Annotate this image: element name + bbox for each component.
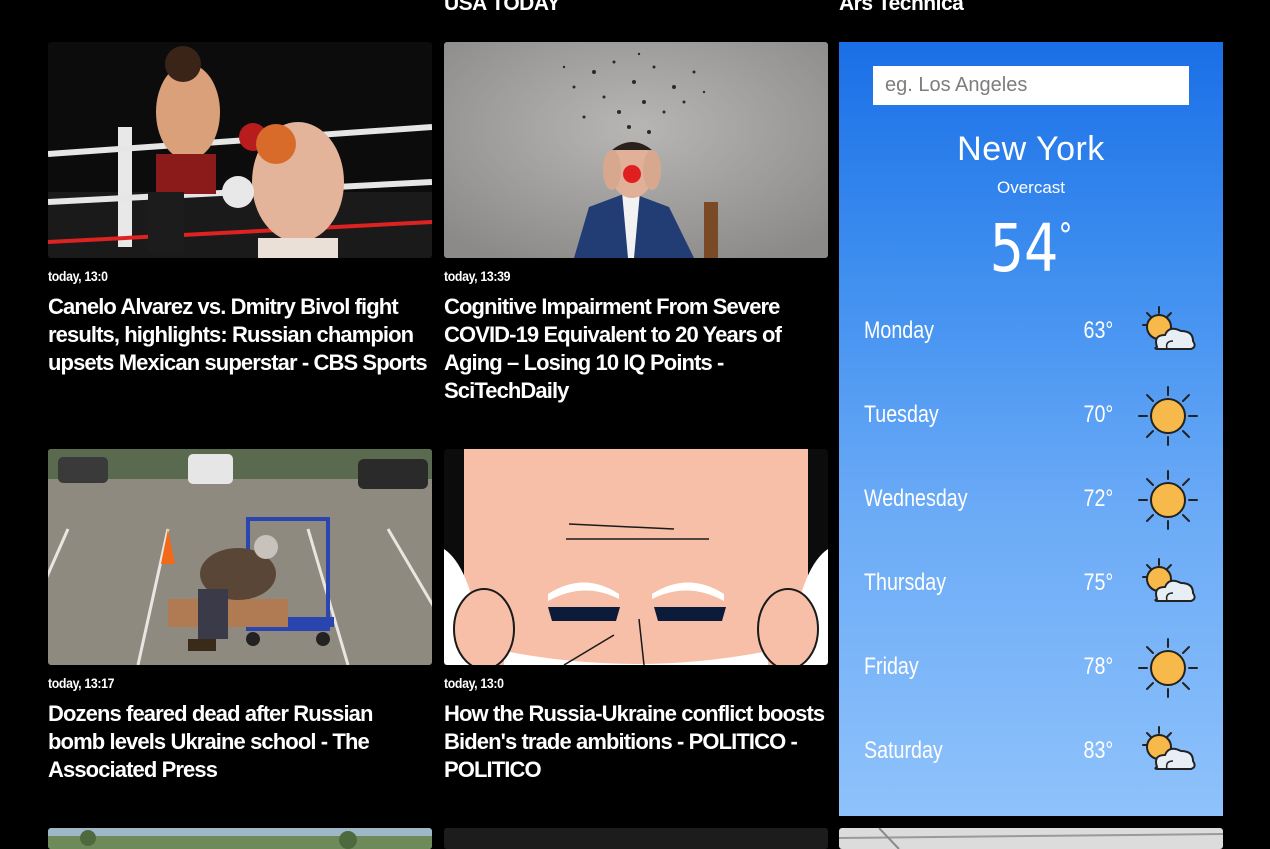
degree-symbol: ° bbox=[1058, 216, 1073, 256]
forecast-day: Monday bbox=[864, 317, 935, 344]
forecast-day: Friday bbox=[864, 653, 919, 680]
forecast-row-monday: Monday 63° bbox=[839, 301, 1223, 361]
sun-icon bbox=[1137, 469, 1199, 536]
forecast-temp: 72° bbox=[1083, 485, 1113, 512]
article-thumbnail-covid[interactable] bbox=[444, 42, 828, 258]
news-card-boxing[interactable]: today, 13:0 Canelo Alvarez vs. Dmitry Bi… bbox=[48, 42, 432, 377]
forecast-row-friday: Friday 78° bbox=[839, 637, 1223, 698]
sun-icon bbox=[1137, 637, 1199, 704]
article-thumbnail-partial[interactable] bbox=[444, 828, 828, 849]
forecast-day: Tuesday bbox=[864, 401, 939, 428]
forecast-temp: 70° bbox=[1083, 401, 1113, 428]
source-title-usa-today[interactable]: USA TODAY bbox=[444, 0, 561, 16]
weather-condition: Overcast bbox=[996, 178, 1066, 197]
article-timestamp: today, 13:17 bbox=[48, 675, 115, 691]
forecast-day: Thursday bbox=[864, 569, 947, 596]
forecast-row-thursday: Thursday 75° bbox=[839, 553, 1223, 613]
weather-city: New York bbox=[957, 130, 1105, 168]
article-headline[interactable]: How the Russia-Ukraine conflict boosts B… bbox=[444, 700, 828, 784]
article-thumbnail-parking-lot[interactable] bbox=[48, 449, 432, 665]
article-headline[interactable]: Canelo Alvarez vs. Dmitry Bivol fight re… bbox=[48, 293, 432, 377]
news-card-ukraine-school[interactable]: today, 13:17 Dozens feared dead after Ru… bbox=[48, 449, 432, 784]
city-search-input[interactable] bbox=[873, 66, 1189, 105]
partly-cloudy-icon bbox=[1137, 301, 1199, 368]
article-timestamp: today, 13:39 bbox=[444, 268, 511, 284]
article-thumbnail-illustration[interactable] bbox=[444, 449, 828, 665]
forecast-temp: 63° bbox=[1083, 317, 1113, 344]
article-timestamp: today, 13:0 bbox=[444, 675, 504, 691]
news-card-biden-trade[interactable]: today, 13:0 How the Russia-Ukraine confl… bbox=[444, 449, 828, 784]
forecast-temp: 78° bbox=[1083, 653, 1113, 680]
source-title-ars-technica[interactable]: Ars Technica bbox=[839, 0, 964, 16]
article-thumbnail-boxing[interactable] bbox=[48, 42, 432, 258]
forecast-row-saturday: Saturday 83° bbox=[839, 721, 1223, 781]
forecast-row-wednesday: Wednesday 72° bbox=[839, 469, 1223, 530]
current-temperature: 54° bbox=[874, 210, 1189, 287]
weather-widget: New York Overcast 54° Monday 63° Tuesday 70… bbox=[839, 42, 1223, 816]
forecast-day: Wednesday bbox=[864, 485, 968, 512]
forecast-temp: 75° bbox=[1083, 569, 1113, 596]
article-thumbnail-partial[interactable] bbox=[48, 828, 432, 849]
article-headline[interactable]: Dozens feared dead after Russian bomb le… bbox=[48, 700, 432, 784]
news-card-covid[interactable]: today, 13:39 Cognitive Impairment From S… bbox=[444, 42, 828, 405]
article-headline[interactable]: Cognitive Impairment From Severe COVID-1… bbox=[444, 293, 828, 405]
current-temperature-value: 54 bbox=[989, 210, 1059, 287]
forecast-temp: 83° bbox=[1083, 737, 1113, 764]
forecast-row-tuesday: Tuesday 70° bbox=[839, 385, 1223, 446]
partly-cloudy-icon bbox=[1137, 721, 1199, 788]
article-thumbnail-partial[interactable] bbox=[839, 828, 1223, 849]
article-timestamp: today, 13:0 bbox=[48, 268, 108, 284]
sun-icon bbox=[1137, 385, 1199, 452]
partly-cloudy-icon bbox=[1137, 553, 1199, 620]
forecast-day: Saturday bbox=[864, 737, 943, 764]
